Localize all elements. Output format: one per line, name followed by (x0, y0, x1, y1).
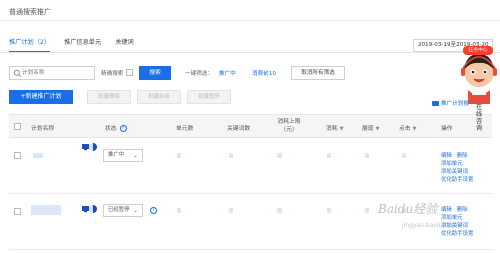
table-row: 推广中 ⌄ 编辑 删除 添加单元 添加关键词 优化助手设置 (9, 138, 492, 194)
status-select[interactable]: 已经暂停 ⌄ (103, 204, 143, 217)
add-unit-link[interactable]: 添加单元 (441, 214, 491, 222)
ops-line: 编辑 删除 (441, 152, 491, 160)
keywords-cell (229, 208, 233, 213)
select-all-checkbox[interactable] (14, 123, 21, 130)
row-ops: 编辑 删除 添加单元 添加关键词 优化助手设置 (441, 152, 491, 184)
col-ops: 操作 (441, 126, 453, 132)
budget-cell (277, 208, 282, 213)
clear-filters-button[interactable]: 取消所有筛选 (291, 66, 345, 80)
sort-icon: ▼ (339, 126, 344, 132)
col-budget-line1: 消耗上限 (277, 119, 301, 125)
status-select-value: 已经暂停 (108, 207, 130, 213)
task-center-badge: 任务中心 (463, 46, 493, 55)
help-icon[interactable]: ? (150, 207, 157, 214)
add-unit-link[interactable]: 添加单元 (441, 160, 491, 168)
col-consume-label: 消耗 (326, 126, 338, 132)
col-impressions[interactable]: 展现 ▼ (362, 123, 379, 132)
row-checkbox[interactable] (14, 152, 21, 159)
col-keywords: 关键词数 (227, 126, 251, 132)
consume-cell (327, 153, 331, 158)
video-icon (432, 101, 439, 106)
search-box[interactable] (9, 66, 95, 80)
quick-filter-label: 一键筛选： (185, 71, 213, 77)
budget-cell (277, 153, 282, 158)
impressions-cell (365, 208, 369, 213)
batch-enable-button[interactable]: 批量启用 (137, 90, 181, 104)
exact-search-label: 精确搜索 (101, 71, 124, 77)
tab-units[interactable]: 推广信息单元 (64, 38, 101, 52)
col-impressions-label: 展现 (362, 126, 374, 132)
col-units: 单元数 (176, 126, 194, 132)
batch-delete-button[interactable]: 批量删除 (87, 90, 131, 104)
add-keyword-link[interactable]: 添加关键词 (441, 168, 491, 176)
impressions-cell (365, 153, 369, 158)
units-cell (177, 208, 181, 213)
clicks-cell (402, 153, 406, 158)
col-clicks-label: 点击 (399, 126, 411, 132)
filter-option-top10[interactable]: 消费前10 (252, 69, 276, 77)
col-clicks[interactable]: 点击 ▼ (399, 123, 416, 132)
sort-icon: ▼ (412, 126, 417, 132)
tab-plans[interactable]: 推广计划（2） (9, 38, 51, 52)
optimizer-settings-link[interactable]: 优化助手设置 (441, 230, 491, 238)
col-budget-line2: （元） (280, 127, 298, 133)
online-consult-label[interactable]: 在线咨询 (476, 104, 488, 132)
search-input[interactable] (22, 68, 92, 78)
chevron-down-icon: ⌄ (132, 207, 138, 214)
search-button[interactable]: 搜索 (139, 66, 171, 80)
device-icon (82, 205, 97, 213)
table-header: 计划名称 状态? 单元数 关键词数 消耗上限 （元） 消耗 ▼ 展现 ▼ 点击 ▼ 操… (9, 114, 492, 138)
units-cell (177, 153, 181, 158)
ops-line: 编辑 删除 (441, 206, 491, 214)
exact-search-checkbox[interactable] (126, 69, 133, 76)
col-consume[interactable]: 消耗 ▼ (326, 123, 343, 132)
tab-bar: 推广计划（2） 推广信息单元 关键词 (9, 38, 148, 52)
col-budget: 消耗上限 （元） (271, 118, 307, 134)
optimizer-settings-link[interactable]: 优化助手设置 (441, 176, 491, 184)
divider (0, 20, 500, 21)
filter-option-active[interactable]: 推广中 (219, 69, 236, 77)
divider (0, 52, 500, 53)
sort-icon: ▼ (375, 126, 380, 132)
device-icon (82, 143, 97, 151)
edit-link[interactable]: 编辑 (441, 207, 452, 213)
plan-name-cell[interactable] (31, 205, 61, 215)
col-plan-name: 计划名称 (31, 126, 55, 132)
page: 普通搜索推广 推广计划（2） 推广信息单元 关键词 2019-03-19至201… (0, 0, 500, 253)
new-plan-button[interactable]: +新建推广计划 (9, 90, 73, 104)
batch-pause-button[interactable]: 批量暂停 (187, 90, 231, 104)
chevron-down-icon: ⌄ (132, 152, 138, 159)
col-status-label: 状态 (105, 126, 117, 132)
row-checkbox[interactable] (14, 208, 21, 215)
edit-link[interactable]: 编辑 (441, 153, 452, 159)
help-icon[interactable]: ? (119, 125, 127, 132)
consume-cell (327, 208, 331, 213)
status-select-value: 推广中 (108, 152, 125, 158)
keywords-cell (229, 153, 233, 158)
delete-link[interactable]: 删除 (457, 207, 468, 213)
page-title: 普通搜索推广 (9, 8, 51, 16)
col-status: 状态? (105, 123, 127, 132)
status-select[interactable]: 推广中 ⌄ (103, 149, 143, 162)
delete-link[interactable]: 删除 (457, 153, 468, 159)
tab-keywords[interactable]: 关键词 (115, 38, 134, 52)
watermark: Baidu经验 (378, 202, 438, 216)
watermark-sub: jingyan.baidu.com (402, 222, 458, 229)
search-icon (13, 69, 22, 78)
plan-name-cell[interactable] (33, 153, 43, 158)
